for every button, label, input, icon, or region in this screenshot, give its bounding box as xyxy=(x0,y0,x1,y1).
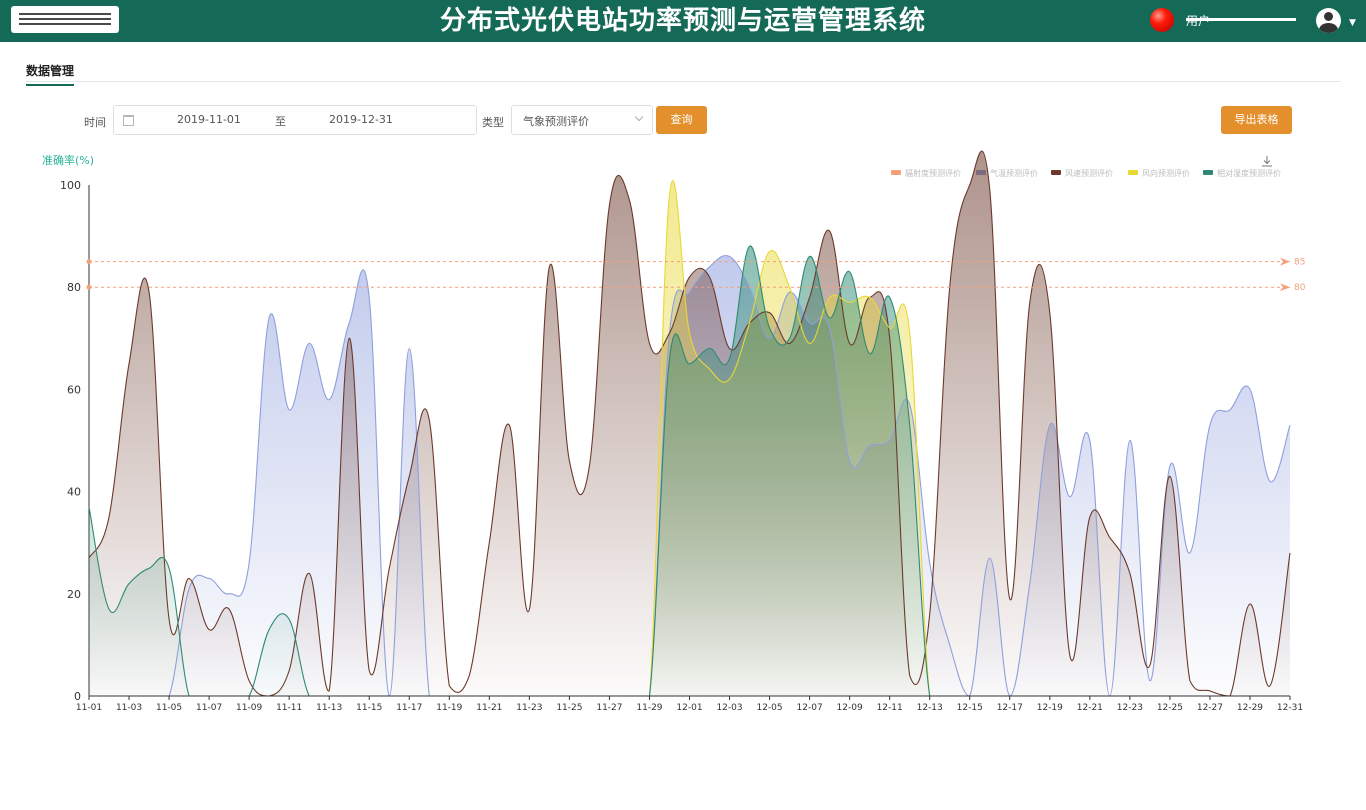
x-tick-label: 12-19 xyxy=(1037,703,1063,713)
x-tick-label: 12-23 xyxy=(1117,703,1143,713)
legend-item[interactable]: 辐射度预测评价 xyxy=(891,168,961,178)
threshold-marker xyxy=(86,284,92,290)
threshold-marker xyxy=(86,259,92,265)
status-light-icon xyxy=(1150,8,1174,32)
x-tick-label: 11-17 xyxy=(396,703,422,713)
date-range-picker[interactable]: 2019-11-01 至 2019-12-31 xyxy=(113,105,477,135)
threshold-label: 85 xyxy=(1294,258,1305,268)
page-bottom-spacer xyxy=(0,760,1366,810)
y-tick-label: 60 xyxy=(67,383,81,396)
tab-data-management[interactable]: 数据管理 xyxy=(26,62,75,86)
legend-swatch xyxy=(891,170,901,175)
download-icon[interactable] xyxy=(1262,156,1272,167)
app-header: 分布式光伏电站功率预测与运营管理系统 用户 ▼ xyxy=(0,0,1366,42)
y-tick-label: 100 xyxy=(60,179,81,192)
query-button[interactable]: 查询 xyxy=(656,106,707,134)
y-axis: 0 20 40 60 80 100 xyxy=(60,179,90,703)
legend-label: 风向预测评价 xyxy=(1142,168,1190,178)
time-label: 时间 xyxy=(84,116,106,129)
type-label: 类型 xyxy=(482,116,504,129)
x-tick-label: 11-25 xyxy=(556,703,582,713)
y-tick-label: 40 xyxy=(67,486,81,499)
accuracy-chart: 准确率(%) 辐射度预测评价 气温预测评价 风速预测评价 风向预测评价 相对湿度预测评价… xyxy=(42,150,1306,713)
legend-swatch xyxy=(1051,170,1061,175)
x-tick-label: 12-05 xyxy=(756,703,782,713)
range-separator: 至 xyxy=(275,115,286,128)
chevron-down-icon[interactable]: ▼ xyxy=(1349,18,1356,28)
x-tick-label: 12-15 xyxy=(957,703,983,713)
chevron-down-icon xyxy=(634,112,644,122)
x-tick-label: 12-31 xyxy=(1277,703,1303,713)
x-tick-label: 12-17 xyxy=(997,703,1023,713)
end-date-input[interactable]: 2019-12-31 xyxy=(329,113,393,126)
tab-divider xyxy=(26,81,1341,82)
threshold-arrow xyxy=(1280,283,1290,292)
x-tick-label: 11-27 xyxy=(596,703,622,713)
x-tick-label: 11-13 xyxy=(316,703,342,713)
legend-item[interactable]: 相对湿度预测评价 xyxy=(1203,168,1281,178)
user-avatar-icon[interactable] xyxy=(1316,8,1341,33)
y-axis-title: 准确率(%) xyxy=(42,153,94,167)
start-date-input[interactable]: 2019-11-01 xyxy=(177,113,241,126)
x-tick-label: 12-03 xyxy=(716,703,742,713)
legend-swatch xyxy=(1128,170,1138,175)
x-tick-label: 11-11 xyxy=(276,703,302,713)
y-tick-label: 20 xyxy=(67,588,81,601)
x-tick-label: 11-23 xyxy=(516,703,542,713)
x-tick-label: 12-11 xyxy=(877,703,903,713)
x-tick-label: 11-03 xyxy=(116,703,142,713)
x-tick-label: 12-07 xyxy=(797,703,823,713)
y-tick-label: 0 xyxy=(74,690,81,703)
chart-legend: 辐射度预测评价 气温预测评价 风速预测评价 风向预测评价 相对湿度预测评价 xyxy=(891,168,1281,178)
type-select[interactable]: 气象预测评价 xyxy=(511,105,653,135)
x-tick-label: 12-21 xyxy=(1077,703,1103,713)
x-tick-label: 12-25 xyxy=(1157,703,1183,713)
export-table-button[interactable]: 导出表格 xyxy=(1221,106,1292,134)
threshold-arrow xyxy=(1280,257,1290,266)
x-tick-label: 11-09 xyxy=(236,703,262,713)
legend-label: 风速预测评价 xyxy=(1065,168,1113,178)
legend-label: 气温预测评价 xyxy=(990,168,1038,178)
y-tick-label: 80 xyxy=(67,281,81,294)
x-tick-label: 11-05 xyxy=(156,703,182,713)
x-tick-label: 11-07 xyxy=(196,703,222,713)
x-tick-label: 11-19 xyxy=(436,703,462,713)
x-tick-label: 11-21 xyxy=(476,703,502,713)
legend-item[interactable]: 风速预测评价 xyxy=(1051,168,1113,178)
x-tick-label: 12-09 xyxy=(837,703,863,713)
x-tick-label: 11-01 xyxy=(76,703,102,713)
x-axis: 11-01 11-03 11-05 11-07 11-09 11-11 11-13 11-15… xyxy=(76,695,1303,713)
x-tick-label: 11-29 xyxy=(636,703,662,713)
legend-swatch xyxy=(1203,170,1213,175)
legend-label: 相对湿度预测评价 xyxy=(1217,168,1281,178)
type-select-value: 气象预测评价 xyxy=(523,115,589,128)
legend-item[interactable]: 风向预测评价 xyxy=(1128,168,1190,178)
x-tick-label: 12-01 xyxy=(676,703,702,713)
x-tick-label: 12-13 xyxy=(917,703,943,713)
threshold-label: 80 xyxy=(1294,283,1306,293)
user-name[interactable]: 用户 xyxy=(1186,12,1296,26)
legend-label: 辐射度预测评价 xyxy=(905,168,961,178)
calendar-icon xyxy=(123,115,134,126)
x-tick-label: 12-27 xyxy=(1197,703,1223,713)
series-areas xyxy=(89,151,1290,697)
x-tick-label: 11-15 xyxy=(356,703,382,713)
x-tick-label: 12-29 xyxy=(1237,703,1263,713)
